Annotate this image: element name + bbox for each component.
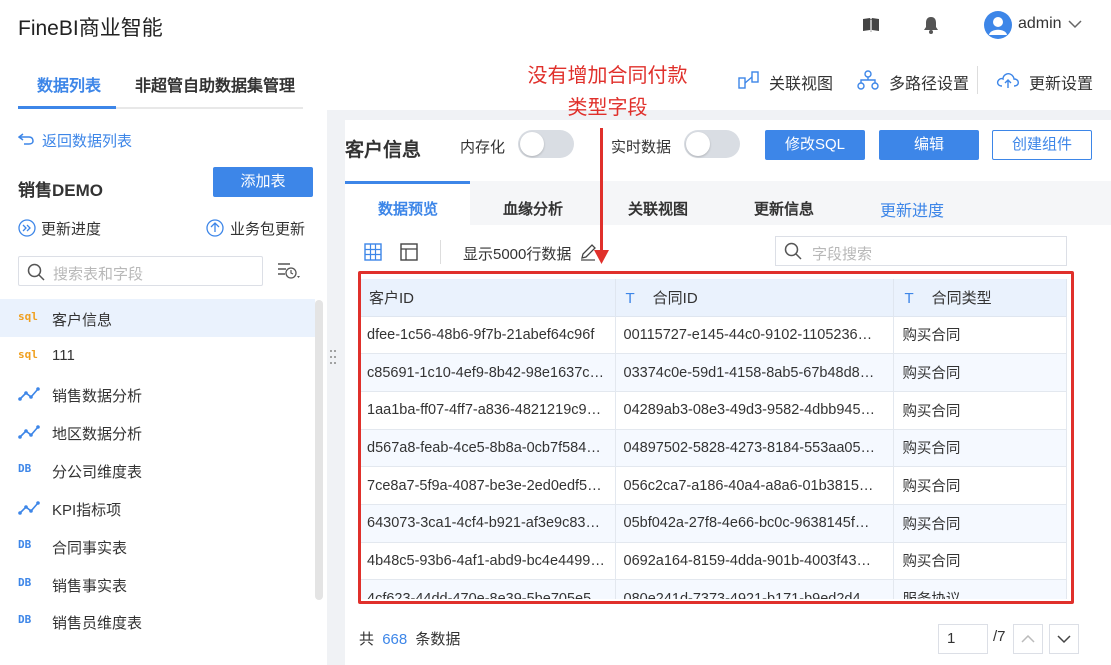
layout-view-icon[interactable] (400, 243, 418, 261)
add-table-button[interactable]: 添加表 (213, 167, 313, 197)
list-item-label: 销售数据分析 (52, 388, 143, 405)
realtime-toggle[interactable] (684, 130, 740, 158)
in-memory-toggle[interactable] (518, 130, 574, 158)
db-icon: DB (18, 576, 32, 589)
book-icon[interactable] (861, 15, 881, 35)
page-number-input[interactable]: 1 (938, 624, 988, 654)
list-item-label: KPI指标项 (52, 502, 122, 519)
chevron-down-icon (1057, 635, 1071, 644)
tab-update-progress[interactable]: 更新进度 (880, 197, 944, 221)
create-component-button[interactable]: 创建组件 (992, 130, 1092, 160)
grid-view-icon[interactable] (364, 243, 382, 261)
list-item-label: 地区数据分析 (52, 426, 143, 443)
tab-update-info[interactable]: 更新信息 (754, 198, 814, 219)
update-settings-button[interactable]: 更新设置 (1029, 70, 1093, 94)
list-item-branch-dimension[interactable]: DB 分公司维度表 (0, 451, 315, 489)
list-item-kpi[interactable]: KPI指标项 (0, 489, 315, 527)
left-panel: 数据列表 非超管自助数据集管理 返回数据列表 销售DEMO 添加表 更新进度 业… (0, 50, 327, 665)
list-item-label: 111 (52, 347, 75, 364)
tab-data-list[interactable]: 数据列表 (37, 72, 101, 96)
list-item-customer-info[interactable]: sql 客户信息 (0, 299, 315, 337)
db-icon: DB (18, 462, 32, 475)
chevron-up-icon (1021, 634, 1035, 643)
tab-data-preview[interactable]: 数据预览 (378, 198, 438, 219)
package-update-link[interactable]: 业务包更新 (230, 218, 305, 239)
rows-display-label: 显示5000行数据 (463, 246, 572, 263)
tab-self-service-management[interactable]: 非超管自助数据集管理 (135, 72, 295, 96)
field-search-placeholder: 字段搜索 (812, 246, 873, 263)
update-progress-link[interactable]: 更新进度 (41, 218, 101, 239)
list-item-salesperson-dimension[interactable]: DB 销售员维度表 (0, 602, 315, 640)
cloud-update-icon[interactable] (996, 70, 1020, 90)
edit-button[interactable]: 编辑 (879, 130, 979, 160)
self-service-dataset-icon (18, 501, 40, 515)
list-item-sales-fact[interactable]: DB 销售事实表 (0, 565, 315, 603)
list-item-region-analysis[interactable]: 地区数据分析 (0, 413, 315, 451)
tab-active-indicator (18, 106, 116, 109)
sql-icon: sql (18, 348, 38, 361)
search-placeholder: 搜索表和字段 (53, 266, 144, 283)
self-service-dataset-icon (18, 387, 40, 401)
main-toolbar (327, 50, 1111, 110)
in-memory-label: 内存化 (460, 139, 506, 156)
search-icon (784, 242, 802, 260)
left-scrollbar[interactable] (315, 300, 323, 600)
sql-icon: sql (18, 310, 38, 323)
list-item-label: 分公司维度表 (52, 464, 143, 481)
toggle-knob (686, 132, 710, 156)
toolbar-divider (977, 66, 978, 94)
relation-view-icon[interactable] (738, 71, 760, 89)
annotation-text: 没有增加合同付款 类型字段 (520, 60, 695, 124)
self-service-dataset-icon (18, 425, 40, 439)
total-count: 668 (382, 631, 408, 648)
return-icon[interactable] (18, 132, 34, 146)
avatar[interactable] (984, 11, 1012, 39)
edit-sql-button[interactable]: 修改SQL (765, 130, 865, 160)
annotation-highlight-box (358, 271, 1074, 604)
toggle-knob (520, 132, 544, 156)
back-to-list-link[interactable]: 返回数据列表 (42, 130, 132, 151)
package-name: 销售DEMO (18, 181, 103, 200)
total-suffix: 条数据 (415, 631, 461, 648)
username[interactable]: admin (1018, 15, 1062, 33)
list-item-label: 销售事实表 (52, 578, 128, 595)
list-item-sales-analysis[interactable]: 销售数据分析 (0, 375, 315, 413)
list-item-label: 销售员维度表 (52, 615, 143, 632)
db-icon: DB (18, 613, 32, 626)
bell-icon[interactable] (921, 15, 941, 35)
divider (440, 240, 441, 264)
total-prefix: 共 (359, 631, 375, 648)
tab-lineage[interactable]: 血缘分析 (503, 198, 563, 219)
app-title: FineBI商业智能 (18, 17, 163, 40)
arrow-head-icon (594, 250, 609, 264)
page-total: /7 (993, 628, 1006, 645)
table-name: 客户信息 (345, 140, 422, 161)
chevron-down-icon[interactable] (1068, 19, 1082, 29)
field-search-input[interactable]: 字段搜索 (775, 236, 1067, 266)
list-item-label: 客户信息 (52, 312, 113, 329)
annotation-arrow (600, 128, 603, 253)
filter-icon[interactable] (276, 261, 302, 281)
total-records: 共 668 条数据 (359, 628, 460, 649)
annotation-line-1: 没有增加合同付款 (527, 65, 688, 87)
list-item-label: 合同事实表 (52, 540, 128, 557)
multi-path-settings-button[interactable]: 多路径设置 (889, 70, 969, 94)
page-up-button[interactable] (1013, 624, 1043, 654)
top-bar: FineBI商业智能 admin (0, 0, 1111, 50)
list-item-111[interactable]: sql 111 (0, 337, 315, 375)
user-icon (989, 17, 1007, 35)
db-icon: DB (18, 538, 32, 551)
search-icon (27, 263, 45, 281)
realtime-label: 实时数据 (611, 139, 672, 156)
tab-relation-view[interactable]: 关联视图 (628, 198, 688, 219)
list-item-contract-fact[interactable]: DB 合同事实表 (0, 527, 315, 565)
annotation-line-2: 类型字段 (567, 97, 648, 119)
upload-icon[interactable] (205, 218, 225, 238)
page-down-button[interactable] (1049, 624, 1079, 654)
relation-view-button[interactable]: 关联视图 (769, 70, 833, 94)
multi-path-icon[interactable] (857, 70, 879, 90)
update-progress-icon[interactable] (18, 219, 36, 237)
drag-handle-icon[interactable] (329, 348, 337, 366)
table-search-input[interactable]: 搜索表和字段 (18, 256, 263, 286)
